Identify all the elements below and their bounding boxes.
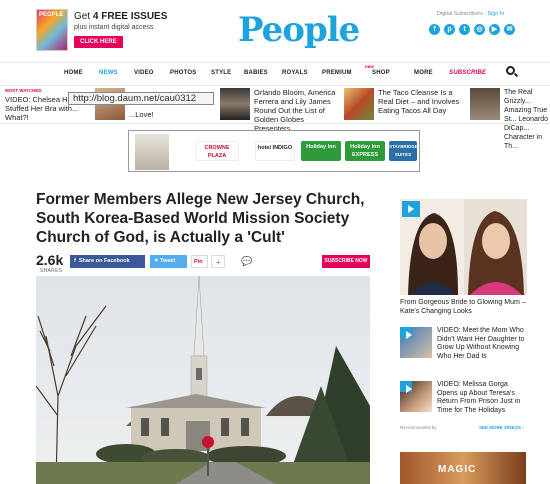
ad-brand-hotel-indigo: hotel INDIGO	[255, 141, 295, 161]
click-here-button[interactable]: CLICK HERE	[74, 36, 123, 48]
youtube-icon[interactable]: ▶	[489, 24, 500, 35]
search-icon[interactable]	[506, 66, 515, 75]
church-photo-illustration	[36, 276, 370, 484]
share-count-label: SHARES	[40, 268, 63, 274]
play-icon	[402, 201, 420, 217]
sidebar-featured-video[interactable]	[400, 199, 527, 295]
video-thumbnail	[400, 381, 432, 412]
video-title: VIDEO: Melissa Gorga Opens up About Tere…	[437, 381, 521, 414]
facebook-icon[interactable]: f	[429, 24, 440, 35]
subscription-promo[interactable]: PEOPLE Get 4 FREE ISSUES plus instant di…	[36, 9, 236, 53]
sidebar-video-item[interactable]: VIDEO: Meet the Mom Who Didn't Want Her …	[400, 327, 530, 367]
nav-home[interactable]: HOME	[64, 70, 83, 76]
more-share-button[interactable]: +	[211, 255, 225, 268]
nav-more[interactable]: MORE	[414, 70, 433, 76]
promo-headline: Get 4 FREE ISSUES	[74, 11, 167, 22]
nav-royals[interactable]: ROYALS	[282, 70, 308, 76]
ad-brand-crowne-plaza: CROWNE PLAZA	[195, 141, 239, 161]
trending-story[interactable]: Orlando Bloom, America Ferrera and Lily …	[220, 88, 340, 133]
see-more-videos-link[interactable]: SEE MORE VIDEOS ›	[479, 425, 524, 430]
play-icon	[400, 327, 412, 339]
nav-babies[interactable]: BABIES	[244, 70, 268, 76]
story-text: The Real Grizzly... Amazing True St... L…	[504, 89, 548, 150]
share-facebook-button[interactable]: f Share on Facebook	[70, 255, 145, 268]
ad-brand-holiday-inn: Holiday Inn	[301, 141, 341, 161]
story-text: Orlando Bloom, America Ferrera and Lily …	[254, 88, 336, 133]
video-thumbnail	[400, 327, 432, 358]
banner-ad[interactable]: CROWNE PLAZA hotel INDIGO Holiday Inn Ho…	[128, 130, 420, 172]
subscribe-now-button[interactable]: SUBSCRIBE NOW	[322, 255, 370, 268]
trending-story[interactable]: The Real Grizzly... Amazing True St... L…	[470, 88, 550, 150]
nav-subscribe[interactable]: SUBSCRIBE	[449, 70, 486, 76]
play-icon	[400, 381, 412, 393]
email-icon[interactable]: ✉	[504, 24, 515, 35]
nav-news[interactable]: NEWS	[99, 70, 118, 76]
nav-shop[interactable]: SHOP	[372, 70, 390, 76]
comment-icon[interactable]: 💬	[237, 255, 252, 268]
social-icons: f p t ◎ ▶ ✉	[429, 24, 515, 35]
pin-button[interactable]: Pin	[191, 255, 208, 268]
share-facebook-label: Share on Facebook	[78, 258, 130, 264]
story-thumbnail	[220, 88, 250, 120]
sidebar-featured-caption[interactable]: From Gorgeous Bride to Glowing Mum – Kat…	[400, 298, 530, 316]
story-thumbnail	[470, 88, 500, 120]
story-text: The Taco Cleanse Is a Real Diet – and In…	[378, 88, 460, 115]
top-links-separator: |	[484, 11, 486, 17]
trending-story[interactable]: The Taco Cleanse Is a Real Diet – and In…	[344, 88, 462, 122]
magic-ad-text: MAGIC	[438, 464, 477, 475]
article-photo	[36, 276, 370, 484]
nav-style[interactable]: STYLE	[211, 70, 231, 76]
promo-subtext: plus instant digital access	[74, 24, 154, 31]
digital-subscribers-link[interactable]: Digital Subscribers	[437, 11, 483, 17]
ad-brand-holiday-inn-express: Holiday Inn EXPRESS	[345, 141, 385, 161]
twitter-icon[interactable]: t	[459, 24, 470, 35]
ad-brand-staybridge: STAYBRIDGE SUITES	[389, 141, 418, 161]
sidebar-ad[interactable]: MAGIC	[400, 452, 526, 484]
ad-photo	[135, 134, 169, 170]
nav-premium[interactable]: PREMIUM	[322, 70, 352, 76]
recommended-by: Recommended by	[400, 425, 437, 430]
people-logo[interactable]: People	[238, 10, 360, 50]
sidebar-video-item[interactable]: VIDEO: Melissa Gorga Opens up About Tere…	[400, 381, 530, 421]
nav-photos[interactable]: PHOTOS	[170, 70, 196, 76]
story-text: ...Love!	[129, 110, 154, 119]
tweet-button[interactable]: ✦ Tweet	[150, 255, 187, 268]
pinterest-icon[interactable]: p	[444, 24, 455, 35]
video-title: VIDEO: Meet the Mom Who Didn't Want Her …	[437, 327, 525, 360]
sign-in-link[interactable]: Sign In	[487, 11, 504, 17]
url-tooltip: http://blog.daum.net/cau0312	[68, 92, 214, 105]
top-links: Digital Subscribers | Sign In	[437, 11, 504, 17]
nav-video[interactable]: VIDEO	[134, 70, 154, 76]
story-thumbnail	[344, 88, 374, 120]
magazine-cover: PEOPLE	[36, 9, 68, 51]
promo-headline-pre: Get	[74, 11, 93, 22]
article-headline: Former Members Allege New Jersey Church,…	[36, 191, 365, 246]
promo-headline-bold: 4 FREE ISSUES	[92, 11, 168, 22]
instagram-icon[interactable]: ◎	[474, 24, 485, 35]
tweet-label: Tweet	[160, 258, 176, 264]
magazine-cover-title: PEOPLE	[39, 12, 64, 18]
nav-new-badge: new	[365, 64, 374, 69]
share-count: 2.6k	[36, 252, 64, 268]
